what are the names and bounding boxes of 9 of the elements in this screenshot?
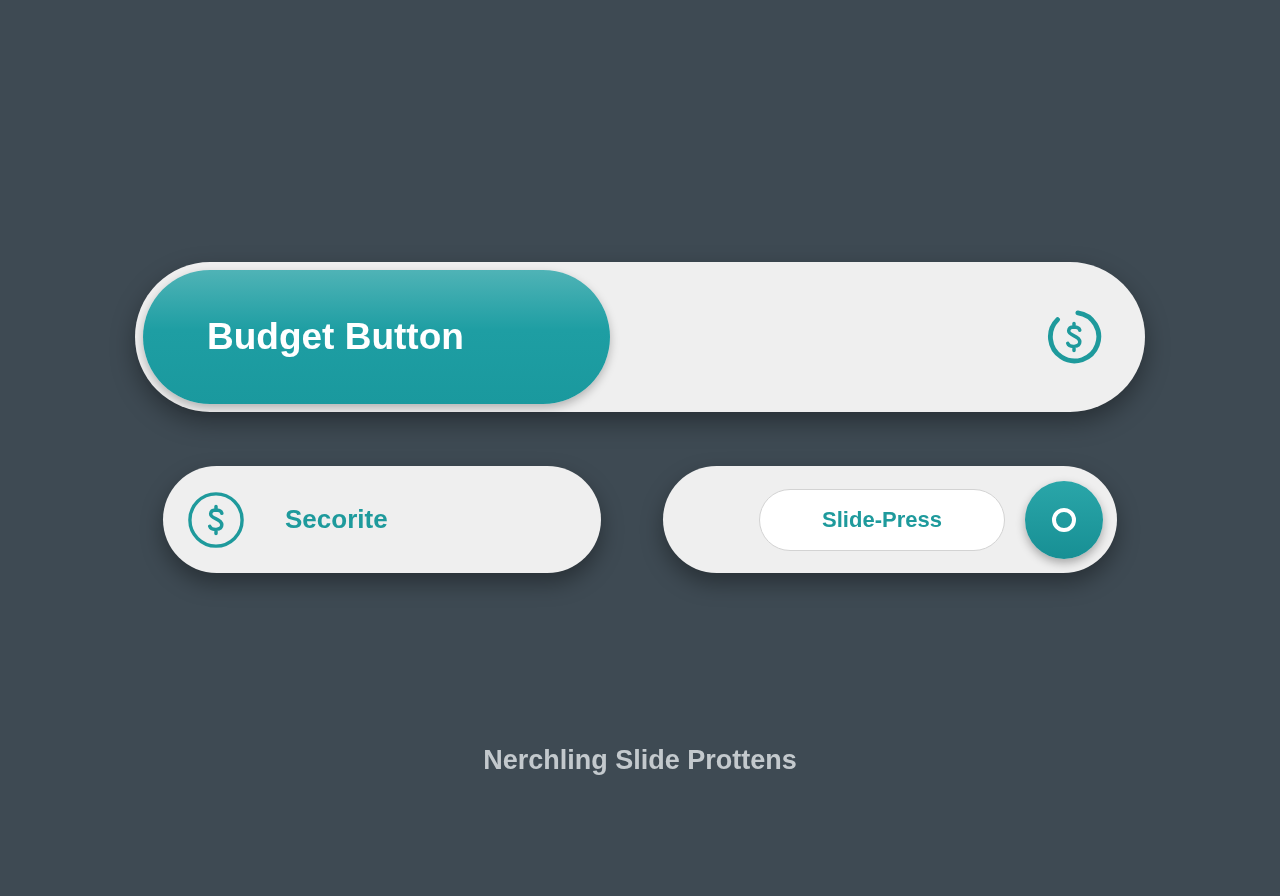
slider-thumb[interactable]: Budget Button: [143, 270, 610, 404]
slide-press-button[interactable]: Slide-Press: [759, 488, 1005, 551]
ring-icon: [1051, 506, 1077, 533]
caption: Nerchling Slide Prottens: [483, 745, 797, 776]
slide-knob[interactable]: [1025, 480, 1103, 559]
dollar-icon: [187, 490, 245, 549]
dollar-icon: [1045, 308, 1103, 366]
pill-label: Secorite: [285, 504, 388, 535]
pill-button[interactable]: Secorite: [163, 466, 601, 573]
